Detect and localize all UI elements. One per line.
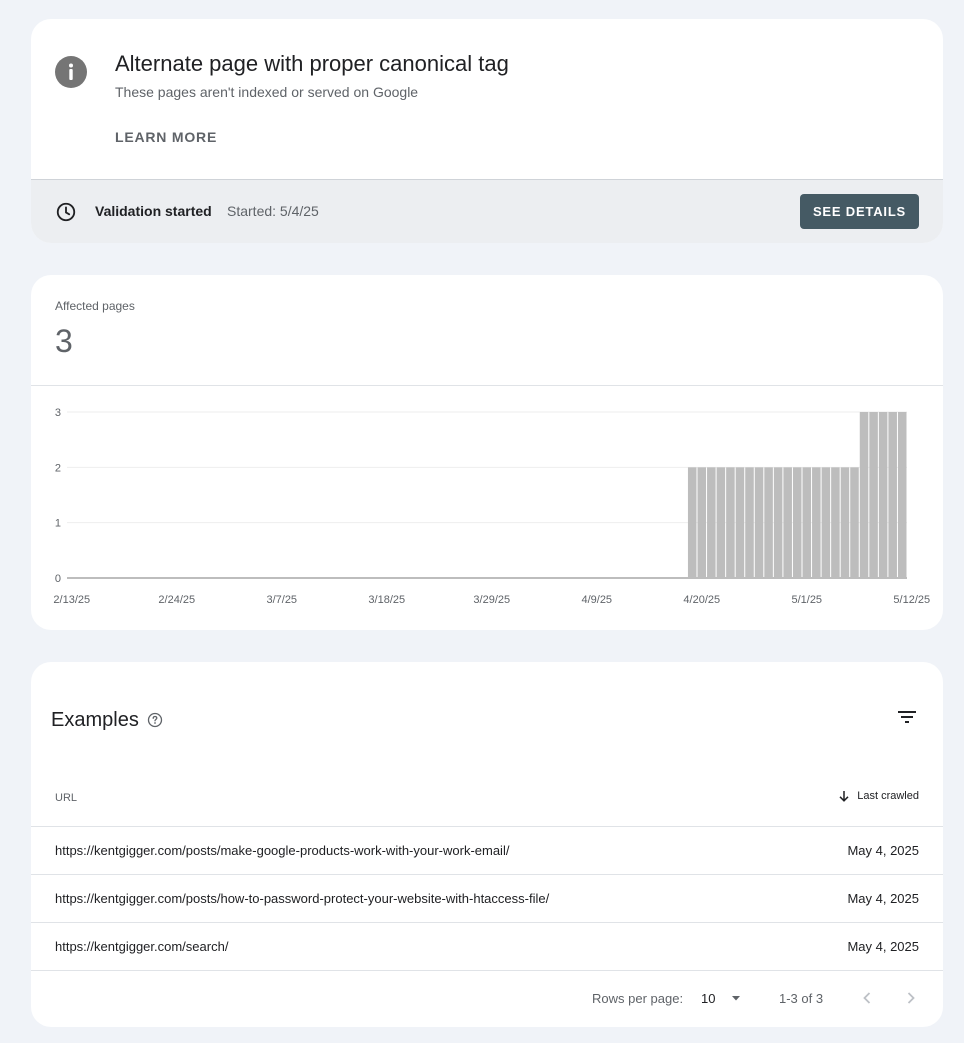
examples-card: Examples URL Last crawled https://kentgi… [31,662,943,1027]
y-tick-label: 3 [55,407,61,419]
issue-card: Alternate page with proper canonical tag… [31,19,943,243]
caret-down-icon[interactable] [729,991,743,1005]
row-url: https://kentgigger.com/posts/how-to-pass… [55,891,550,906]
validation-started-date: Started: 5/4/25 [227,203,319,219]
learn-more-link[interactable]: LEARN MORE [115,129,217,145]
table-row[interactable]: https://kentgigger.com/posts/make-google… [31,826,943,874]
row-last-crawled: May 4, 2025 [847,939,919,954]
chart-bar[interactable] [697,467,707,578]
pagination: Rows per page: 10 1-3 of 3 [31,988,943,1008]
x-tick-label: 3/18/25 [368,594,405,606]
x-tick-label: 2/24/25 [158,594,195,606]
x-tick-label: 2/13/25 [53,594,90,606]
rows-per-page-label: Rows per page: [592,991,684,1006]
chart-bar[interactable] [812,467,821,578]
chart-bar[interactable] [850,467,859,578]
x-tick-label: 3/7/25 [266,594,297,606]
chevron-left-icon[interactable] [857,988,877,1008]
page-range: 1-3 of 3 [779,991,824,1006]
help-icon[interactable] [147,712,163,728]
chart-bar[interactable] [773,467,783,578]
x-tick-label: 4/9/25 [581,594,612,606]
chart-bar[interactable] [745,467,754,578]
column-header-url[interactable]: URL [55,792,77,804]
chart-bar[interactable] [802,467,812,578]
chart-bar[interactable] [707,467,716,578]
x-tick-label: 4/20/25 [683,594,720,606]
chart-bar[interactable] [716,467,726,578]
chart-bar[interactable] [754,467,764,578]
y-tick-label: 1 [55,518,61,530]
affected-pages-card: Affected pages 3 0 1 2 3 2/13/25 2/24/25 3/7/2… [31,275,943,630]
last-crawled-label: Last crawled [857,790,919,802]
y-tick-label: 0 [55,573,61,585]
chart-bar[interactable] [840,467,850,578]
chart-bar[interactable] [783,467,792,578]
row-url: https://kentgigger.com/posts/make-google… [55,843,510,858]
chart-bar[interactable] [897,412,907,578]
chart-bar[interactable] [869,412,878,578]
chart-bar[interactable] [726,467,735,578]
chart-bar[interactable] [687,467,697,578]
arrow-down-icon [839,791,849,802]
chart-bar[interactable] [859,412,869,578]
chart-bar[interactable] [888,412,897,578]
x-tick-label: 5/1/25 [791,594,822,606]
filter-icon[interactable] [895,705,919,729]
chart-bar[interactable] [735,467,745,578]
chevron-right-icon[interactable] [901,988,921,1008]
chart-bar[interactable] [792,467,802,578]
y-tick-label: 2 [55,462,61,474]
validation-bar: Validation started Started: 5/4/25 SEE D… [31,179,943,243]
row-last-crawled: May 4, 2025 [847,843,919,858]
issue-title: Alternate page with proper canonical tag [115,51,509,76]
x-tick-label: 3/29/25 [473,594,510,606]
issue-subtitle: These pages aren't indexed or served on … [115,84,419,100]
rows-per-page-select[interactable]: 10 [701,991,715,1006]
table-row[interactable]: https://kentgigger.com/search/ May 4, 20… [31,922,943,971]
validation-status: Validation started [95,203,212,219]
see-details-button[interactable]: SEE DETAILS [800,194,919,229]
examples-table: https://kentgigger.com/posts/make-google… [31,826,943,971]
table-row[interactable]: https://kentgigger.com/posts/how-to-pass… [31,874,943,922]
clock-icon [56,202,76,222]
chart-bar[interactable] [821,467,831,578]
affected-pages-chart: 0 1 2 3 2/13/25 2/24/25 3/7/25 3/18/25 3/29/25 4/… [53,407,930,606]
examples-title: Examples [51,709,139,731]
row-url: https://kentgigger.com/search/ [55,939,229,954]
info-icon [55,56,87,88]
row-last-crawled: May 4, 2025 [847,891,919,906]
chart-bar[interactable] [878,412,888,578]
x-tick-label: 5/12/25 [893,594,930,606]
column-header-last-crawled[interactable]: Last crawled [837,789,919,803]
chart-bar[interactable] [764,467,773,578]
chart-bar[interactable] [831,467,840,578]
